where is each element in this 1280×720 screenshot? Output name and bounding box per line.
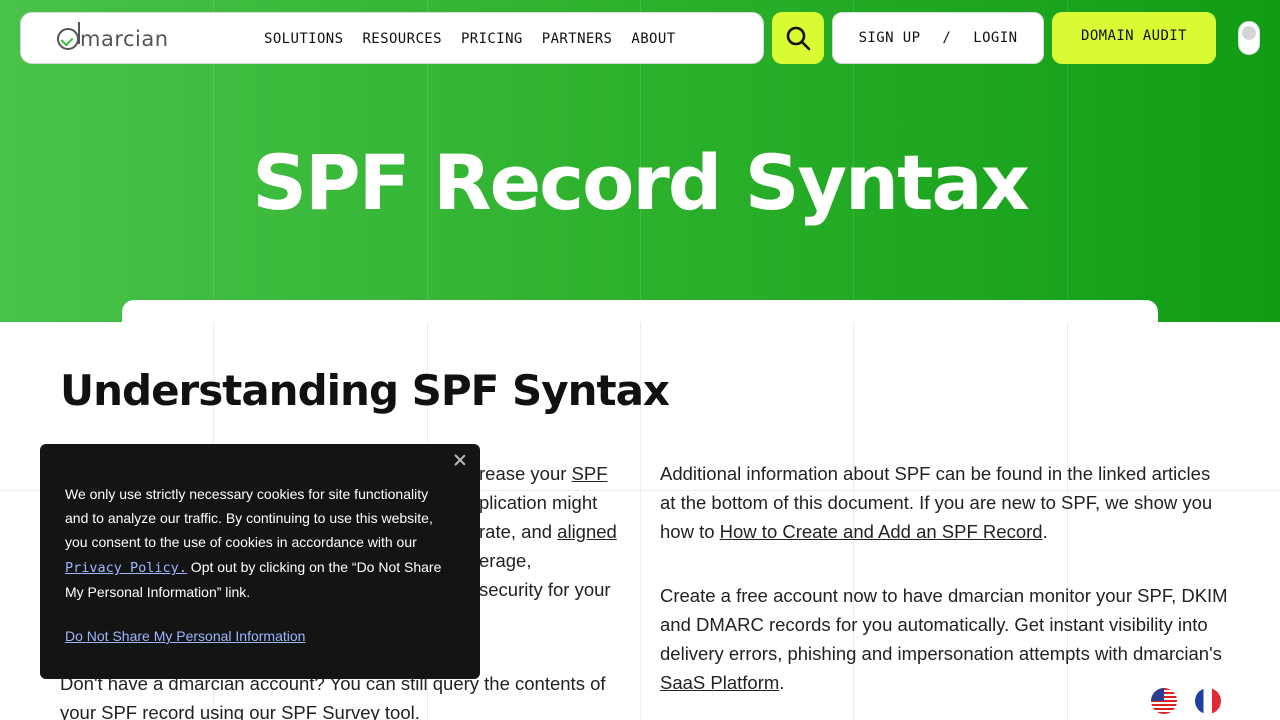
privacy-policy-link[interactable]: Privacy Policy.	[65, 560, 187, 576]
auth-box: SIGN UP / LOGIN	[832, 12, 1044, 64]
left-text-3: rate, and	[479, 521, 558, 542]
france-flag-icon[interactable]	[1195, 688, 1221, 714]
do-not-share-link[interactable]: Do Not Share My Personal Information	[65, 628, 305, 644]
nav-partners[interactable]: PARTNERS	[542, 31, 613, 47]
nav-about[interactable]: ABOUT	[631, 31, 675, 47]
cookie-text: We only use strictly necessary cookies f…	[65, 482, 455, 604]
sign-up-link[interactable]: SIGN UP	[859, 30, 921, 46]
nav-menu: SOLUTIONS RESOURCES PRICING PARTNERS ABO…	[264, 13, 676, 65]
right-column: Additional information about SPF can be …	[660, 459, 1230, 697]
left-text-1: rease your	[479, 463, 572, 484]
nav-resources[interactable]: RESOURCES	[362, 31, 441, 47]
theme-toggle[interactable]	[1238, 21, 1260, 55]
close-icon[interactable]	[454, 454, 466, 466]
logo-text: marcian	[80, 27, 169, 51]
page-title: SPF Record Syntax	[252, 138, 1030, 227]
saas-platform-link[interactable]: SaaS Platform	[660, 672, 779, 693]
spf-link[interactable]: SPF	[572, 463, 608, 484]
section-title: Understanding SPF Syntax	[60, 366, 670, 415]
right-paragraph-1: Additional information about SPF can be …	[660, 459, 1230, 546]
right-text-2-end: .	[779, 672, 785, 693]
right-text-1-end: .	[1042, 521, 1048, 542]
auth-separator: /	[942, 30, 952, 46]
domain-audit-button[interactable]: DOMAIN AUDIT	[1052, 12, 1216, 64]
dmarcian-logo[interactable]: marcian	[57, 22, 169, 51]
search-icon	[786, 26, 811, 51]
login-link[interactable]: LOGIN	[973, 30, 1017, 46]
content-tab	[122, 300, 1158, 330]
cookie-banner: We only use strictly necessary cookies f…	[40, 444, 480, 679]
right-text-2: Create a free account now to have dmarci…	[660, 585, 1228, 664]
cookie-text-a: We only use strictly necessary cookies f…	[65, 486, 433, 550]
search-button[interactable]	[772, 12, 824, 64]
nav-solutions[interactable]: SOLUTIONS	[264, 31, 343, 47]
aligned-link[interactable]: aligned	[557, 521, 617, 542]
right-paragraph-2: Create a free account now to have dmarci…	[660, 581, 1230, 697]
nav-pricing[interactable]: PRICING	[461, 31, 523, 47]
us-flag-icon[interactable]	[1151, 688, 1177, 714]
create-spf-record-link[interactable]: How to Create and Add an SPF Record	[720, 521, 1043, 542]
main-nav: marcian SOLUTIONS RESOURCES PRICING PART…	[20, 12, 764, 64]
logo-d-icon	[57, 22, 80, 50]
